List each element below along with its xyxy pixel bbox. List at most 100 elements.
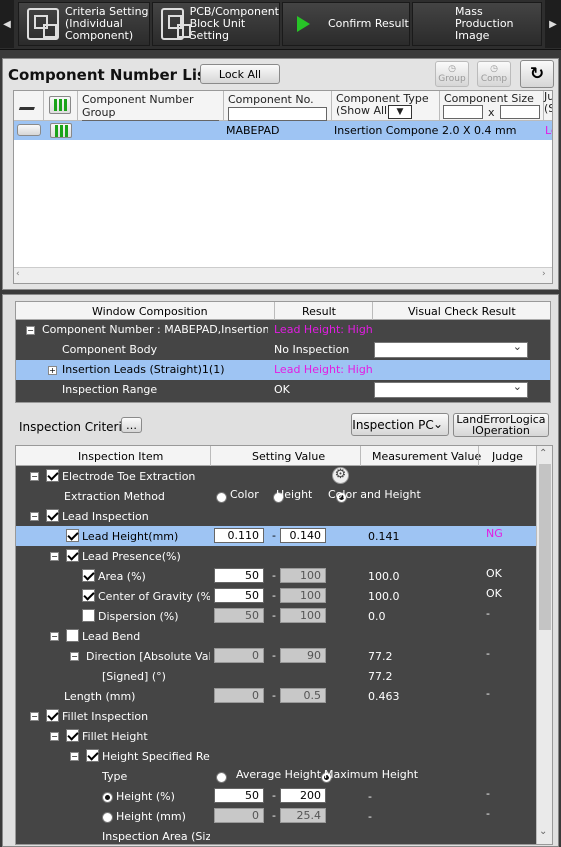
window-row-body[interactable]: Component Body No Inspection bbox=[16, 340, 550, 360]
collapse-icon[interactable]: − bbox=[50, 632, 59, 641]
land-error-button[interactable]: LandErrorLogica lOperation bbox=[453, 413, 549, 437]
criteria-row[interactable]: Area (%) 50-100 100.0 OK bbox=[16, 566, 536, 586]
setting-min-input[interactable]: 0 bbox=[214, 648, 264, 663]
gear-icon[interactable]: ⚙ bbox=[332, 467, 349, 484]
setting-max-input[interactable]: 25.4 bbox=[280, 808, 326, 823]
component-no-filter[interactable] bbox=[228, 107, 327, 121]
collapse-icon[interactable]: − bbox=[26, 326, 35, 335]
setting-max-input[interactable]: 200 bbox=[280, 788, 326, 803]
toolbar-left-arrow[interactable]: ◀ bbox=[0, 0, 14, 48]
setting-min-input[interactable]: 50 bbox=[214, 608, 264, 623]
criteria-checkbox[interactable] bbox=[66, 529, 79, 542]
criteria-row[interactable]: Height (%) 50-200- - bbox=[16, 786, 536, 806]
collapse-icon[interactable]: − bbox=[30, 472, 39, 481]
confirm-result-button[interactable]: Confirm Result bbox=[282, 2, 410, 46]
criteria-checkbox[interactable] bbox=[82, 569, 95, 582]
size-filter-y[interactable] bbox=[500, 105, 540, 119]
scroll-left-icon[interactable]: ‹ bbox=[16, 269, 20, 279]
criteria-checkbox[interactable] bbox=[82, 609, 95, 622]
component-row[interactable]: MABEPAD Insertion Component 2.0 X 0.4 mm… bbox=[14, 121, 552, 140]
setting-min-input[interactable]: 50 bbox=[214, 588, 264, 603]
setting-min-input[interactable]: 0.110 bbox=[214, 528, 264, 543]
type-filter-dropdown[interactable]: ▼ bbox=[388, 105, 412, 119]
collapse-icon[interactable]: − bbox=[30, 712, 39, 721]
criteria-row[interactable]: Dispersion (%) 50-100 0.0- bbox=[16, 606, 536, 626]
judge-column-header: Ju (S bbox=[544, 91, 552, 121]
setting-min-input[interactable]: 50 bbox=[214, 568, 264, 583]
setting-min-input[interactable]: 0 bbox=[214, 808, 264, 823]
criteria-checkbox[interactable] bbox=[66, 629, 79, 642]
collapse-icon[interactable]: − bbox=[50, 732, 59, 741]
criteria-row[interactable]: Lead Height(mm) 0.110-0.140 0.141 NG bbox=[16, 526, 536, 546]
criteria-row[interactable]: − Lead Inspection bbox=[16, 506, 536, 526]
criteria-row[interactable]: − Fillet Height bbox=[16, 726, 536, 746]
group-button[interactable]: ◷ Group bbox=[435, 61, 469, 87]
collapse-icon[interactable]: − bbox=[70, 652, 79, 661]
window-row-component[interactable]: − Component Number : MABEPAD,Insertion C… bbox=[16, 320, 550, 340]
collapse-icon[interactable]: − bbox=[30, 512, 39, 521]
visual-check-dropdown[interactable] bbox=[374, 340, 528, 358]
criteria-row[interactable]: − Fillet Inspection bbox=[16, 706, 536, 726]
setting-max-input[interactable]: 0.140 bbox=[280, 528, 326, 543]
scroll-thumb[interactable] bbox=[539, 464, 551, 630]
criteria-row[interactable]: Height (mm) 0-25.4- - bbox=[16, 806, 536, 826]
vertical-scrollbar[interactable]: ⌃ ⌄ bbox=[536, 446, 552, 844]
scroll-right-icon[interactable]: › bbox=[542, 269, 546, 279]
visual-check-dropdown[interactable] bbox=[374, 380, 528, 398]
criteria-row[interactable]: Inspection Area (Size) bbox=[16, 826, 536, 844]
setting-max-input[interactable]: 100 bbox=[280, 588, 326, 603]
criteria-checkbox[interactable] bbox=[46, 509, 59, 522]
criteria-checkbox[interactable] bbox=[66, 549, 79, 562]
scroll-up-icon[interactable]: ⌃ bbox=[539, 448, 547, 459]
collapse-icon[interactable]: − bbox=[70, 752, 79, 761]
criteria-row[interactable]: − Lead Bend bbox=[16, 626, 536, 646]
criteria-checkbox[interactable] bbox=[46, 709, 59, 722]
height-unit-radio[interactable] bbox=[102, 811, 113, 823]
toolbar-right-arrow[interactable]: ▶ bbox=[545, 0, 561, 48]
setting-max-input[interactable]: 100 bbox=[280, 608, 326, 623]
window-row-range[interactable]: Inspection Range OK bbox=[16, 380, 550, 400]
expand-icon[interactable]: + bbox=[48, 366, 57, 375]
criteria-row[interactable]: − Lead Presence(%) bbox=[16, 546, 536, 566]
criteria-checkbox[interactable] bbox=[66, 729, 79, 742]
criteria-row[interactable]: − Height Specified Regi bbox=[16, 746, 536, 766]
scroll-down-icon[interactable]: ⌄ bbox=[539, 826, 547, 837]
criteria-row[interactable]: −Direction [Absolute Value0-9077.2- bbox=[16, 646, 536, 666]
criteria-checkbox[interactable] bbox=[86, 749, 99, 762]
edit-icon[interactable] bbox=[18, 98, 39, 110]
criteria-checkbox[interactable] bbox=[46, 469, 59, 482]
criteria-row[interactable]: Length (mm) 0-0.5 0.463- bbox=[16, 686, 536, 706]
setting-min-input[interactable]: 0 bbox=[214, 688, 264, 703]
setting-max-input[interactable]: 0.5 bbox=[280, 688, 326, 703]
chevron-down-icon: ⌄ bbox=[432, 417, 443, 431]
inspection-pc-dropdown[interactable]: Inspection PC ⌄ bbox=[351, 413, 449, 436]
setting-max-input[interactable]: 100 bbox=[280, 568, 326, 583]
criteria-setting-button[interactable]: Criteria Setting (Individual Component) bbox=[18, 2, 150, 46]
lock-all-button[interactable]: Lock All bbox=[200, 64, 280, 84]
height-unit-radio[interactable] bbox=[102, 791, 113, 803]
setting-min-input[interactable]: 50 bbox=[214, 788, 264, 803]
criteria-checkbox[interactable] bbox=[82, 589, 95, 602]
lock-toggle[interactable] bbox=[17, 124, 41, 136]
criteria-row[interactable]: Extraction Method Color Height Color and He… bbox=[16, 486, 536, 506]
criteria-row[interactable]: [Signed] (°) 77.2 bbox=[16, 666, 536, 686]
criteria-row[interactable]: Center of Gravity (%) 50-100 100.0 OK bbox=[16, 586, 536, 606]
inspection-criteria-label: Inspection Criteria bbox=[19, 420, 130, 434]
type-radio-0[interactable] bbox=[216, 771, 227, 783]
pcb-block-setting-button[interactable]: PCB/Component Block Unit Setting bbox=[152, 2, 280, 46]
criteria-row[interactable]: Type Average Height Maximum Height bbox=[16, 766, 536, 786]
enable-all-icon[interactable] bbox=[49, 96, 71, 114]
setting-max-input[interactable]: 90 bbox=[280, 648, 326, 663]
refresh-icon[interactable]: ↻ bbox=[520, 60, 554, 88]
mass-production-image-button[interactable]: Mass Production Image bbox=[412, 2, 542, 46]
horizontal-scrollbar[interactable]: ‹ › bbox=[14, 267, 552, 283]
size-filter-x[interactable] bbox=[443, 105, 483, 119]
criteria-more-button[interactable]: … bbox=[121, 417, 142, 433]
enable-toggle-icon[interactable] bbox=[50, 123, 72, 138]
header-divider bbox=[478, 446, 479, 466]
ext-radio-0[interactable] bbox=[216, 491, 227, 503]
collapse-icon[interactable]: − bbox=[50, 552, 59, 561]
window-row-leads[interactable]: + Insertion Leads (Straight)1(1) Lead He… bbox=[16, 360, 550, 380]
comp-button[interactable]: ◷ Comp bbox=[477, 61, 511, 87]
criteria-row[interactable]: − Electrode Toe Extraction ⚙ bbox=[16, 466, 536, 486]
